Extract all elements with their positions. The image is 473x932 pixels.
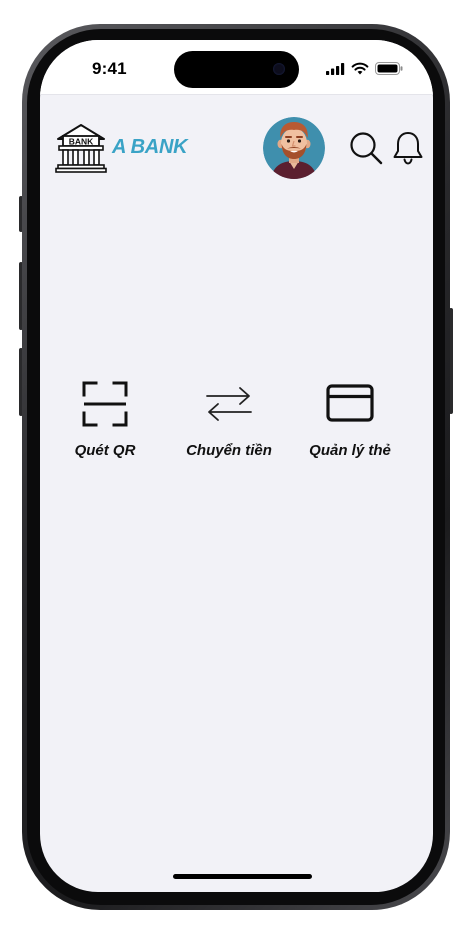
status-bar: 9:41 (40, 40, 433, 95)
card-management-button[interactable]: Quản lý thẻ (290, 380, 410, 470)
logo-text: BANK (69, 136, 94, 146)
scan-qr-label: Quét QR (74, 442, 136, 459)
app-screen: 9:41 BANK A BANK Quét QR Chuyển tiền Quả… (40, 40, 433, 892)
user-avatar[interactable] (263, 117, 325, 179)
avatar-illustration (263, 117, 325, 179)
status-icons (326, 62, 403, 75)
home-indicator[interactable] (173, 874, 312, 879)
front-camera (273, 63, 285, 75)
transfer-label: Chuyển tiền (186, 442, 272, 459)
status-time: 9:41 (92, 59, 127, 78)
card-management-label: Quản lý thẻ (309, 442, 391, 459)
bell-icon[interactable] (391, 130, 425, 166)
battery-icon (375, 62, 403, 75)
scan-qr-button[interactable]: Quét QR (45, 380, 165, 470)
brand-name: A BANK (112, 136, 188, 158)
card-icon (326, 384, 374, 422)
dynamic-island (174, 51, 299, 88)
transfer-button[interactable]: Chuyển tiền (169, 380, 289, 470)
wifi-icon (351, 62, 369, 75)
quick-actions: Quét QR Chuyển tiền Quản lý thẻ (40, 380, 433, 470)
phone-mockup: 9:41 BANK A BANK Quét QR Chuyển tiền Quả… (0, 0, 473, 932)
search-icon[interactable] (348, 130, 384, 166)
bank-building-icon: BANK (55, 124, 107, 173)
transfer-arrows-icon (206, 387, 252, 421)
qr-scan-icon (82, 381, 128, 427)
cellular-signal-icon (326, 62, 345, 75)
